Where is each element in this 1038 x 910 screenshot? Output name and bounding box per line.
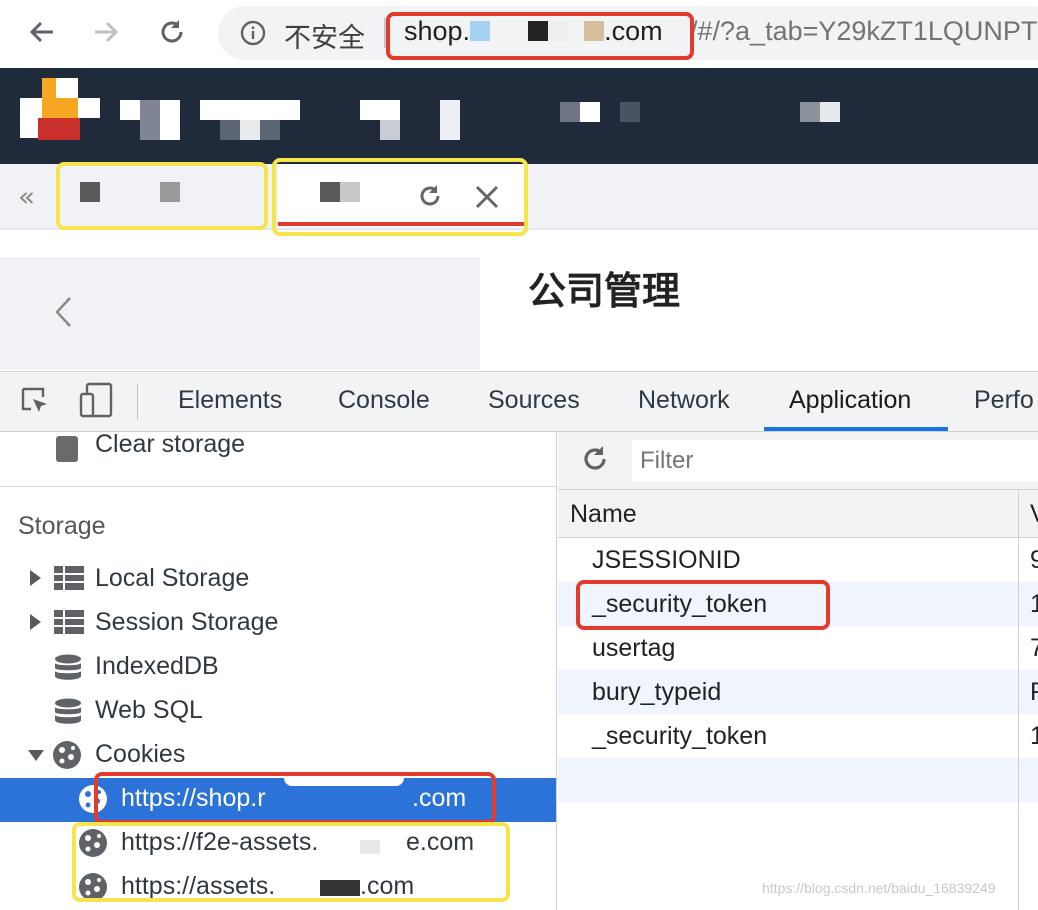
section-heading-storage: Storage xyxy=(0,506,556,550)
section-heading: Storage xyxy=(18,512,106,540)
double-chevron-left-icon[interactable]: « xyxy=(18,180,35,213)
cookies-table-header: Name V xyxy=(558,490,1038,538)
cookie-icon xyxy=(53,741,81,769)
cookie-name: usertag xyxy=(592,634,676,662)
inspect-element-icon[interactable] xyxy=(20,386,52,418)
app-name-block xyxy=(160,100,180,140)
forward-button[interactable] xyxy=(86,12,126,52)
cookie-value: 1 xyxy=(1030,722,1038,750)
sidebar-item-web-sql[interactable]: Web SQL xyxy=(0,690,556,734)
menu-block xyxy=(380,120,400,140)
table-row-empty xyxy=(558,758,1038,802)
logo-block xyxy=(56,78,78,98)
sidebar-item-label: Clear storage xyxy=(95,430,246,458)
arrow-right-icon xyxy=(95,21,119,43)
active-devtools-tab-indicator xyxy=(764,427,948,431)
sidebar-item-label: IndexedDB xyxy=(95,652,219,680)
url-path: /#/?a_tab=Y29kZT1LQUNPT xyxy=(690,16,1038,46)
devtools-tab-bar: Elements Console Sources Network Applica… xyxy=(0,371,1038,432)
highlight-selected-origin xyxy=(94,772,496,824)
highlight-other-origins xyxy=(72,822,510,902)
arrow-left-icon xyxy=(29,21,53,43)
logo-block xyxy=(38,118,80,140)
menu-block xyxy=(440,100,460,140)
collapse-arrow-icon[interactable] xyxy=(28,750,44,761)
watermark: https://blog.csdn.net/baidu_16839249 xyxy=(762,880,996,896)
highlight-active-tab xyxy=(272,158,528,236)
cookie-value: 9 xyxy=(1030,546,1038,574)
cookie-value: 1 xyxy=(1030,590,1038,618)
column-header-value[interactable]: V xyxy=(1030,500,1038,529)
sidebar-item-label: Local Storage xyxy=(95,564,250,592)
app-name-block xyxy=(140,100,160,140)
info-icon[interactable] xyxy=(240,20,266,51)
cookie-name: JSESSIONID xyxy=(592,546,741,574)
storage-grid-icon xyxy=(54,610,84,634)
filter-input[interactable] xyxy=(632,440,1038,482)
tab-network[interactable]: Network xyxy=(638,386,730,415)
tab-performance[interactable]: Perfo xyxy=(974,386,1034,415)
cookie-value: F xyxy=(1030,678,1038,706)
page-side-panel xyxy=(0,258,480,370)
toolbar-divider xyxy=(137,384,138,420)
highlight-url-host xyxy=(386,12,694,60)
chevron-left-icon[interactable] xyxy=(52,295,74,329)
tab-sources[interactable]: Sources xyxy=(488,386,580,415)
menu-block xyxy=(620,102,640,122)
device-toolbar-icon[interactable] xyxy=(78,382,114,418)
column-header-name[interactable]: Name xyxy=(570,500,637,529)
column-divider xyxy=(1018,490,1019,910)
reload-button[interactable] xyxy=(152,12,192,52)
menu-block xyxy=(800,102,820,122)
app-name-block xyxy=(200,100,300,120)
menu-block xyxy=(560,102,580,122)
expand-arrow-icon[interactable] xyxy=(30,614,41,630)
cookie-name: bury_typeid xyxy=(592,678,722,706)
storage-grid-icon xyxy=(54,566,84,590)
database-icon xyxy=(55,654,81,680)
sidebar-item-label: Web SQL xyxy=(95,696,203,724)
tab-elements[interactable]: Elements xyxy=(178,386,282,415)
table-row[interactable]: usertag 7 xyxy=(558,626,1038,670)
cookie-value: 7 xyxy=(1030,634,1038,662)
refresh-icon[interactable] xyxy=(580,444,610,474)
sidebar-item-label: Cookies xyxy=(95,740,186,768)
section-divider xyxy=(0,486,556,487)
table-row[interactable]: bury_typeid F xyxy=(558,670,1038,714)
menu-block xyxy=(360,100,400,120)
page-title: 公司管理 xyxy=(528,269,681,313)
not-secure-label: 不安全 xyxy=(284,23,365,54)
sidebar-item-local-storage[interactable]: Local Storage xyxy=(0,558,556,602)
table-row[interactable]: JSESSIONID 9 xyxy=(558,538,1038,582)
tab-application[interactable]: Application xyxy=(789,386,911,415)
cookie-name: _security_token xyxy=(592,722,768,750)
reload-icon xyxy=(161,20,183,43)
sidebar-item-clear-storage[interactable]: Clear storage xyxy=(0,430,556,476)
highlight-inactive-tabs xyxy=(56,162,268,230)
tab-console[interactable]: Console xyxy=(338,386,430,415)
back-button[interactable] xyxy=(22,12,62,52)
expand-arrow-icon[interactable] xyxy=(30,570,41,586)
app-name-block xyxy=(240,120,260,140)
logo-block xyxy=(78,98,100,118)
app-name-block xyxy=(120,100,140,120)
app-header xyxy=(0,68,1038,164)
sidebar-item-label: Session Storage xyxy=(95,608,279,636)
trash-icon xyxy=(56,436,78,462)
sidebar-item-indexeddb[interactable]: IndexedDB xyxy=(0,646,556,690)
highlight-security-token xyxy=(576,580,830,630)
table-row[interactable]: _security_token 1 xyxy=(558,714,1038,758)
database-icon xyxy=(55,698,81,724)
sidebar-item-session-storage[interactable]: Session Storage xyxy=(0,602,556,646)
